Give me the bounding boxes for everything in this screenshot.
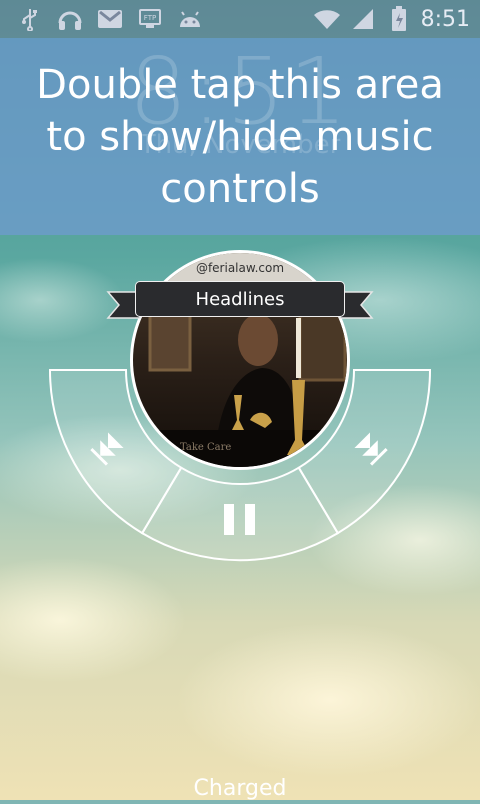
double-tap-area[interactable]: 8:51 Thu, November Double tap this area … [0, 38, 480, 235]
headphones-icon [56, 7, 84, 31]
ftp-icon: FTP [136, 7, 164, 31]
usb-icon [16, 7, 44, 31]
gmail-icon [96, 7, 124, 31]
track-title: Headlines [135, 281, 345, 317]
charging-status: Charged [193, 776, 287, 801]
android-icon [176, 7, 204, 31]
wifi-icon [313, 7, 341, 31]
svg-text:Take Care: Take Care [180, 442, 231, 453]
signal-icon [349, 7, 377, 31]
art-watermark: @ferialaw.com [196, 261, 284, 275]
status-bar: FTP 8:51 [0, 0, 480, 38]
battery-icon [385, 6, 413, 31]
svg-text:FTP: FTP [144, 14, 156, 22]
double-tap-hint: Double tap this area to show/hide music … [36, 61, 444, 212]
status-time: 8:51 [420, 6, 470, 32]
